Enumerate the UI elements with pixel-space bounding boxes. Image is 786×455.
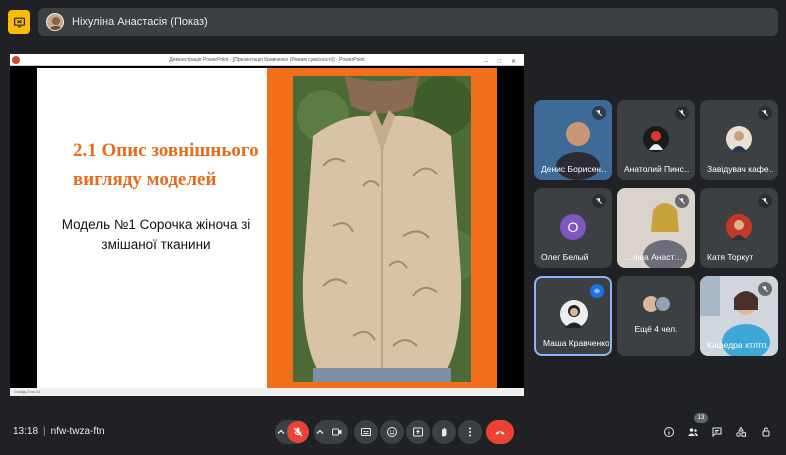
avatar xyxy=(560,300,588,328)
meeting-time: 13:18 xyxy=(13,426,39,437)
captions-icon xyxy=(361,428,371,436)
participant-tile[interactable]: О Олег Белый xyxy=(534,188,612,268)
camera-options-chevron-icon[interactable] xyxy=(314,426,326,438)
activities-button[interactable] xyxy=(733,424,749,440)
mic-off-icon xyxy=(758,282,772,296)
presentation-bar: Ніхуліна Анастасія (Показ) xyxy=(8,8,778,38)
people-button[interactable] xyxy=(685,424,701,440)
present-screen-button[interactable] xyxy=(406,420,430,444)
avatar xyxy=(655,296,671,312)
speaking-indicator-icon xyxy=(590,284,604,298)
mic-off-icon xyxy=(675,194,689,208)
activities-icon xyxy=(736,426,746,437)
participant-name: Анатолий Пинс… xyxy=(624,164,690,174)
leave-call-button[interactable] xyxy=(486,420,514,444)
camera-button[interactable] xyxy=(314,420,348,444)
raise-hand-icon xyxy=(442,427,447,437)
emoji-button[interactable] xyxy=(380,420,404,444)
people-icon xyxy=(688,428,698,436)
mic-off-icon xyxy=(758,106,772,120)
control-bar: 13:18 | nfw-twza-ftn xyxy=(0,410,786,455)
more-options-button[interactable] xyxy=(458,420,482,444)
participant-name: …ліна Анаст… xyxy=(624,252,683,262)
meeting-separator: | xyxy=(43,426,46,437)
captions-button[interactable] xyxy=(354,420,378,444)
end-call-icon xyxy=(495,431,505,435)
emoji-icon xyxy=(387,427,397,437)
participant-tile[interactable]: Денис Борисен… xyxy=(534,100,612,180)
info-icon xyxy=(664,427,674,437)
participant-tile-active-speaker[interactable]: Маша Кравченко xyxy=(534,276,612,356)
raise-hand-button[interactable] xyxy=(432,420,456,444)
mic-options-chevron-icon[interactable] xyxy=(275,426,287,438)
participant-name: Кафедра хтлтп… xyxy=(707,340,773,350)
presenter-avatar xyxy=(46,13,64,31)
host-controls-button[interactable] xyxy=(758,424,774,440)
mic-off-icon xyxy=(592,194,606,208)
more-participants-tile[interactable]: Ещё 4 чел. xyxy=(617,276,695,356)
mic-off-icon xyxy=(758,194,772,208)
avatar xyxy=(643,126,669,152)
mic-off-icon[interactable] xyxy=(287,421,309,443)
powerpoint-titlebar: Демонстрація PowerPoint - [Презентація К… xyxy=(10,54,524,66)
mic-off-icon xyxy=(675,106,689,120)
camera-icon[interactable] xyxy=(326,421,348,443)
chat-icon xyxy=(712,427,722,438)
avatar xyxy=(726,126,752,152)
model-photo xyxy=(293,76,471,382)
avatar: О xyxy=(560,214,586,240)
participant-tile[interactable]: Анатолий Пинс… xyxy=(617,100,695,180)
participant-tile[interactable]: Кафедра хтлтп… xyxy=(700,276,778,356)
present-icon xyxy=(13,17,25,27)
more-participants-label: Ещё 4 чел. xyxy=(634,324,678,334)
present-screen-icon xyxy=(413,427,423,437)
participant-tile[interactable]: …ліна Анаст… xyxy=(617,188,695,268)
participant-name: Олег Белый xyxy=(541,252,589,262)
presenting-badge[interactable] xyxy=(8,10,30,34)
window-controls: – □ ✕ xyxy=(484,59,520,65)
people-count-badge: 13 xyxy=(694,413,708,423)
powerpoint-statusbar: Слайд 3 из 21 xyxy=(10,388,524,396)
participant-name: Маша Кравченко xyxy=(543,338,609,348)
meeting-code: nfw-twza-ftn xyxy=(50,426,105,437)
participant-tile[interactable]: Катя Торкут xyxy=(700,188,778,268)
participant-tile[interactable]: Завідувач кафе… xyxy=(700,100,778,180)
avatar xyxy=(726,214,752,240)
mic-off-icon xyxy=(592,106,606,120)
meeting-info: 13:18 | nfw-twza-ftn xyxy=(13,426,105,437)
participant-name: Денис Борисен… xyxy=(541,164,607,174)
participant-name: Катя Торкут xyxy=(707,252,754,262)
meeting-details-button[interactable] xyxy=(661,424,677,440)
presenter-label: Ніхуліна Анастасія (Показ) xyxy=(72,16,208,28)
presenter-pill[interactable]: Ніхуліна Анастасія (Показ) xyxy=(38,8,778,36)
powerpoint-window-title: Демонстрація PowerPoint - [Презентація К… xyxy=(169,57,365,63)
slide-subtitle: Модель №1 Сорочка жіноча зі змішаної тка… xyxy=(61,217,251,252)
slide-title: 2.1 Опис зовнішнього вигляду моделей xyxy=(73,140,259,190)
slide: 2.1 Опис зовнішнього вигляду моделей Мод… xyxy=(37,68,497,388)
shared-screen: Демонстрація PowerPoint - [Презентація К… xyxy=(10,54,524,396)
chat-button[interactable] xyxy=(709,424,725,440)
more-vert-icon xyxy=(469,427,471,437)
mic-button[interactable] xyxy=(275,420,309,444)
host-controls-icon xyxy=(762,427,770,437)
participant-name: Завідувач кафе… xyxy=(707,164,773,174)
powerpoint-logo xyxy=(12,56,20,64)
